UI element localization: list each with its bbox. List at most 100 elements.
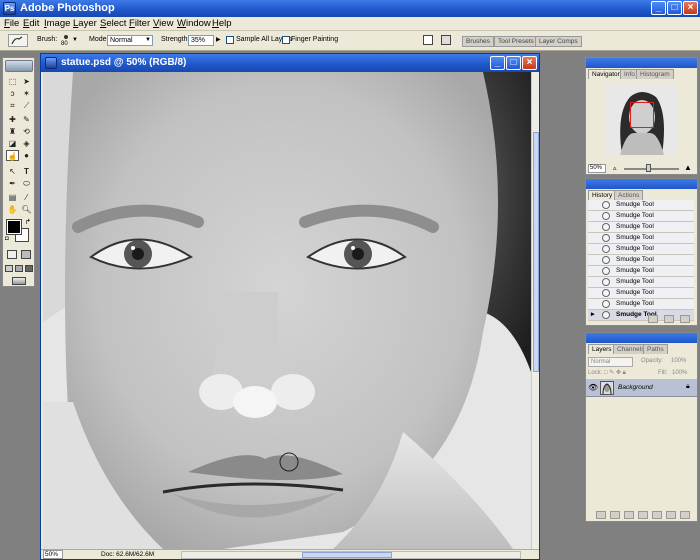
zoom-level-field[interactable]: 50% [43, 550, 63, 559]
trash-icon[interactable] [680, 511, 690, 519]
new-layer-icon[interactable] [666, 511, 676, 519]
mode-select[interactable]: Normal ▼ [107, 35, 153, 46]
opacity-value[interactable]: 100% [671, 358, 686, 364]
path-selection-tool-icon[interactable]: ↖ [6, 166, 19, 177]
close-button[interactable]: × [683, 1, 698, 15]
layer-row-background[interactable]: 👁︎ Background 🔒︎ [586, 379, 697, 397]
menu-select[interactable]: Select [100, 18, 126, 29]
maximize-button[interactable]: □ [667, 1, 682, 15]
layer-mask-icon[interactable] [624, 511, 634, 519]
tab-layers[interactable]: Layers [588, 344, 616, 354]
tab-history[interactable]: History [588, 190, 617, 200]
hand-tool-icon[interactable]: ✋ [6, 204, 19, 215]
navigator-panel-header[interactable] [586, 58, 697, 68]
clone-stamp-tool-icon[interactable]: ♜ [6, 126, 19, 137]
default-colors-icon[interactable]: ◘ [5, 236, 9, 242]
doc-maximize-button[interactable]: □ [506, 56, 521, 70]
palette-toggle-icon[interactable] [441, 35, 451, 45]
menu-filter[interactable]: Filter [129, 18, 150, 29]
new-snapshot-icon[interactable] [664, 315, 674, 323]
navigator-zoom-slider[interactable] [624, 168, 679, 170]
menu-window[interactable]: Window [177, 18, 211, 29]
screen-mode-full-menu-icon[interactable] [15, 265, 23, 272]
menu-edit[interactable]: Edit [23, 18, 39, 29]
history-item[interactable]: Smudge Tool [588, 255, 694, 266]
type-tool-icon[interactable]: T [20, 166, 33, 177]
brush-picker[interactable]: 80 ▼ [58, 33, 80, 49]
smudge-tool-icon[interactable]: ☝ [6, 150, 19, 161]
screen-mode-full-icon[interactable] [25, 265, 33, 272]
eye-icon[interactable]: 👁︎ [588, 383, 598, 392]
menu-layer[interactable]: Layer [73, 18, 97, 29]
new-group-icon[interactable] [638, 511, 648, 519]
history-item[interactable]: Smudge Tool [588, 288, 694, 299]
sample-all-layers-checkbox[interactable] [226, 36, 234, 44]
vertical-scrollbar[interactable] [531, 72, 539, 549]
history-item[interactable]: Smudge Tool [588, 299, 694, 310]
navigator-thumbnail[interactable] [606, 83, 678, 155]
move-tool-icon[interactable]: ➤ [20, 76, 33, 87]
history-item[interactable]: Smudge Tool [588, 200, 694, 211]
history-item[interactable]: Smudge Tool [588, 266, 694, 277]
history-item[interactable]: Smudge Tool [588, 233, 694, 244]
strength-input[interactable]: 35% [188, 35, 214, 46]
lasso-tool-icon[interactable]: ↄ [6, 88, 19, 99]
palette-well-brushes[interactable]: Brushes [462, 36, 494, 47]
doc-close-button[interactable]: × [522, 56, 537, 70]
zoom-out-icon[interactable]: ▵ [613, 164, 617, 172]
quick-mask-mode-icon[interactable] [21, 250, 31, 259]
pen-tool-icon[interactable]: ✒ [6, 178, 19, 189]
document-titlebar[interactable]: statue.psd @ 50% (RGB/8) _ □ × [41, 54, 539, 72]
chevron-right-icon[interactable]: ▶ [216, 36, 221, 43]
trash-icon[interactable] [680, 315, 690, 323]
eraser-tool-icon[interactable]: ◪ [6, 138, 19, 149]
zoom-tool-icon[interactable]: 🔍︎ [20, 204, 33, 215]
layer-style-icon[interactable] [610, 511, 620, 519]
foreground-color-swatch[interactable] [6, 219, 22, 235]
link-layers-icon[interactable] [596, 511, 606, 519]
history-item[interactable]: Smudge Tool [588, 277, 694, 288]
lock-icons[interactable]: □ ✎ ✥ 🔒︎ [604, 369, 626, 377]
menu-help[interactable]: Help [212, 18, 232, 29]
minimize-button[interactable]: _ [651, 1, 666, 15]
notes-tool-icon[interactable]: ▤ [6, 192, 19, 203]
history-panel-header[interactable] [586, 179, 697, 189]
fill-value[interactable]: 100% [672, 370, 687, 376]
tab-actions[interactable]: Actions [614, 190, 644, 200]
doc-minimize-button[interactable]: _ [490, 56, 505, 70]
horizontal-scrollbar[interactable] [181, 551, 521, 559]
tab-histogram[interactable]: Histogram [636, 69, 674, 79]
crop-tool-icon[interactable]: ⌗ [6, 100, 19, 111]
standard-mode-icon[interactable] [7, 250, 17, 259]
screen-mode-standard-icon[interactable] [5, 265, 13, 272]
eyedropper-tool-icon[interactable]: ⁄ [20, 192, 33, 203]
horizontal-scroll-thumb[interactable] [302, 552, 392, 558]
dodge-tool-icon[interactable]: ● [20, 150, 33, 161]
zoom-in-icon[interactable]: ▲ [684, 163, 692, 172]
magic-wand-tool-icon[interactable]: ✶ [20, 88, 33, 99]
brush-tool-icon[interactable]: ✎ [20, 114, 33, 125]
navigator-zoom-field[interactable]: 50% [588, 164, 606, 173]
tab-navigator[interactable]: Navigator [588, 69, 624, 79]
shape-tool-icon[interactable]: ⬭ [20, 178, 33, 189]
layers-panel-header[interactable] [586, 333, 697, 343]
history-brush-tool-icon[interactable]: ⟲ [20, 126, 33, 137]
swap-colors-icon[interactable]: ↱ [25, 218, 31, 226]
healing-brush-tool-icon[interactable]: ✚ [6, 114, 19, 125]
menu-file[interactable]: File [4, 18, 19, 29]
history-item[interactable]: Smudge Tool [588, 244, 694, 255]
palette-well-layer-comps[interactable]: Layer Comps [535, 36, 582, 47]
navigator-slider-thumb[interactable] [646, 164, 651, 172]
image-canvas[interactable] [43, 72, 531, 549]
navigator-view-box[interactable] [630, 102, 654, 128]
history-item[interactable]: Smudge Tool [588, 222, 694, 233]
jump-to-imageready-icon[interactable] [12, 277, 26, 285]
blend-mode-select[interactable]: Normal [588, 357, 633, 367]
history-item[interactable]: Smudge Tool [588, 211, 694, 222]
adjustment-layer-icon[interactable] [652, 511, 662, 519]
history-item-current[interactable]: ▸ Smudge Tool [588, 310, 694, 321]
adobe-online-icon[interactable] [5, 60, 33, 72]
finger-painting-checkbox[interactable] [282, 36, 290, 44]
file-browser-icon[interactable] [423, 35, 433, 45]
menu-image[interactable]: Image [44, 18, 70, 29]
